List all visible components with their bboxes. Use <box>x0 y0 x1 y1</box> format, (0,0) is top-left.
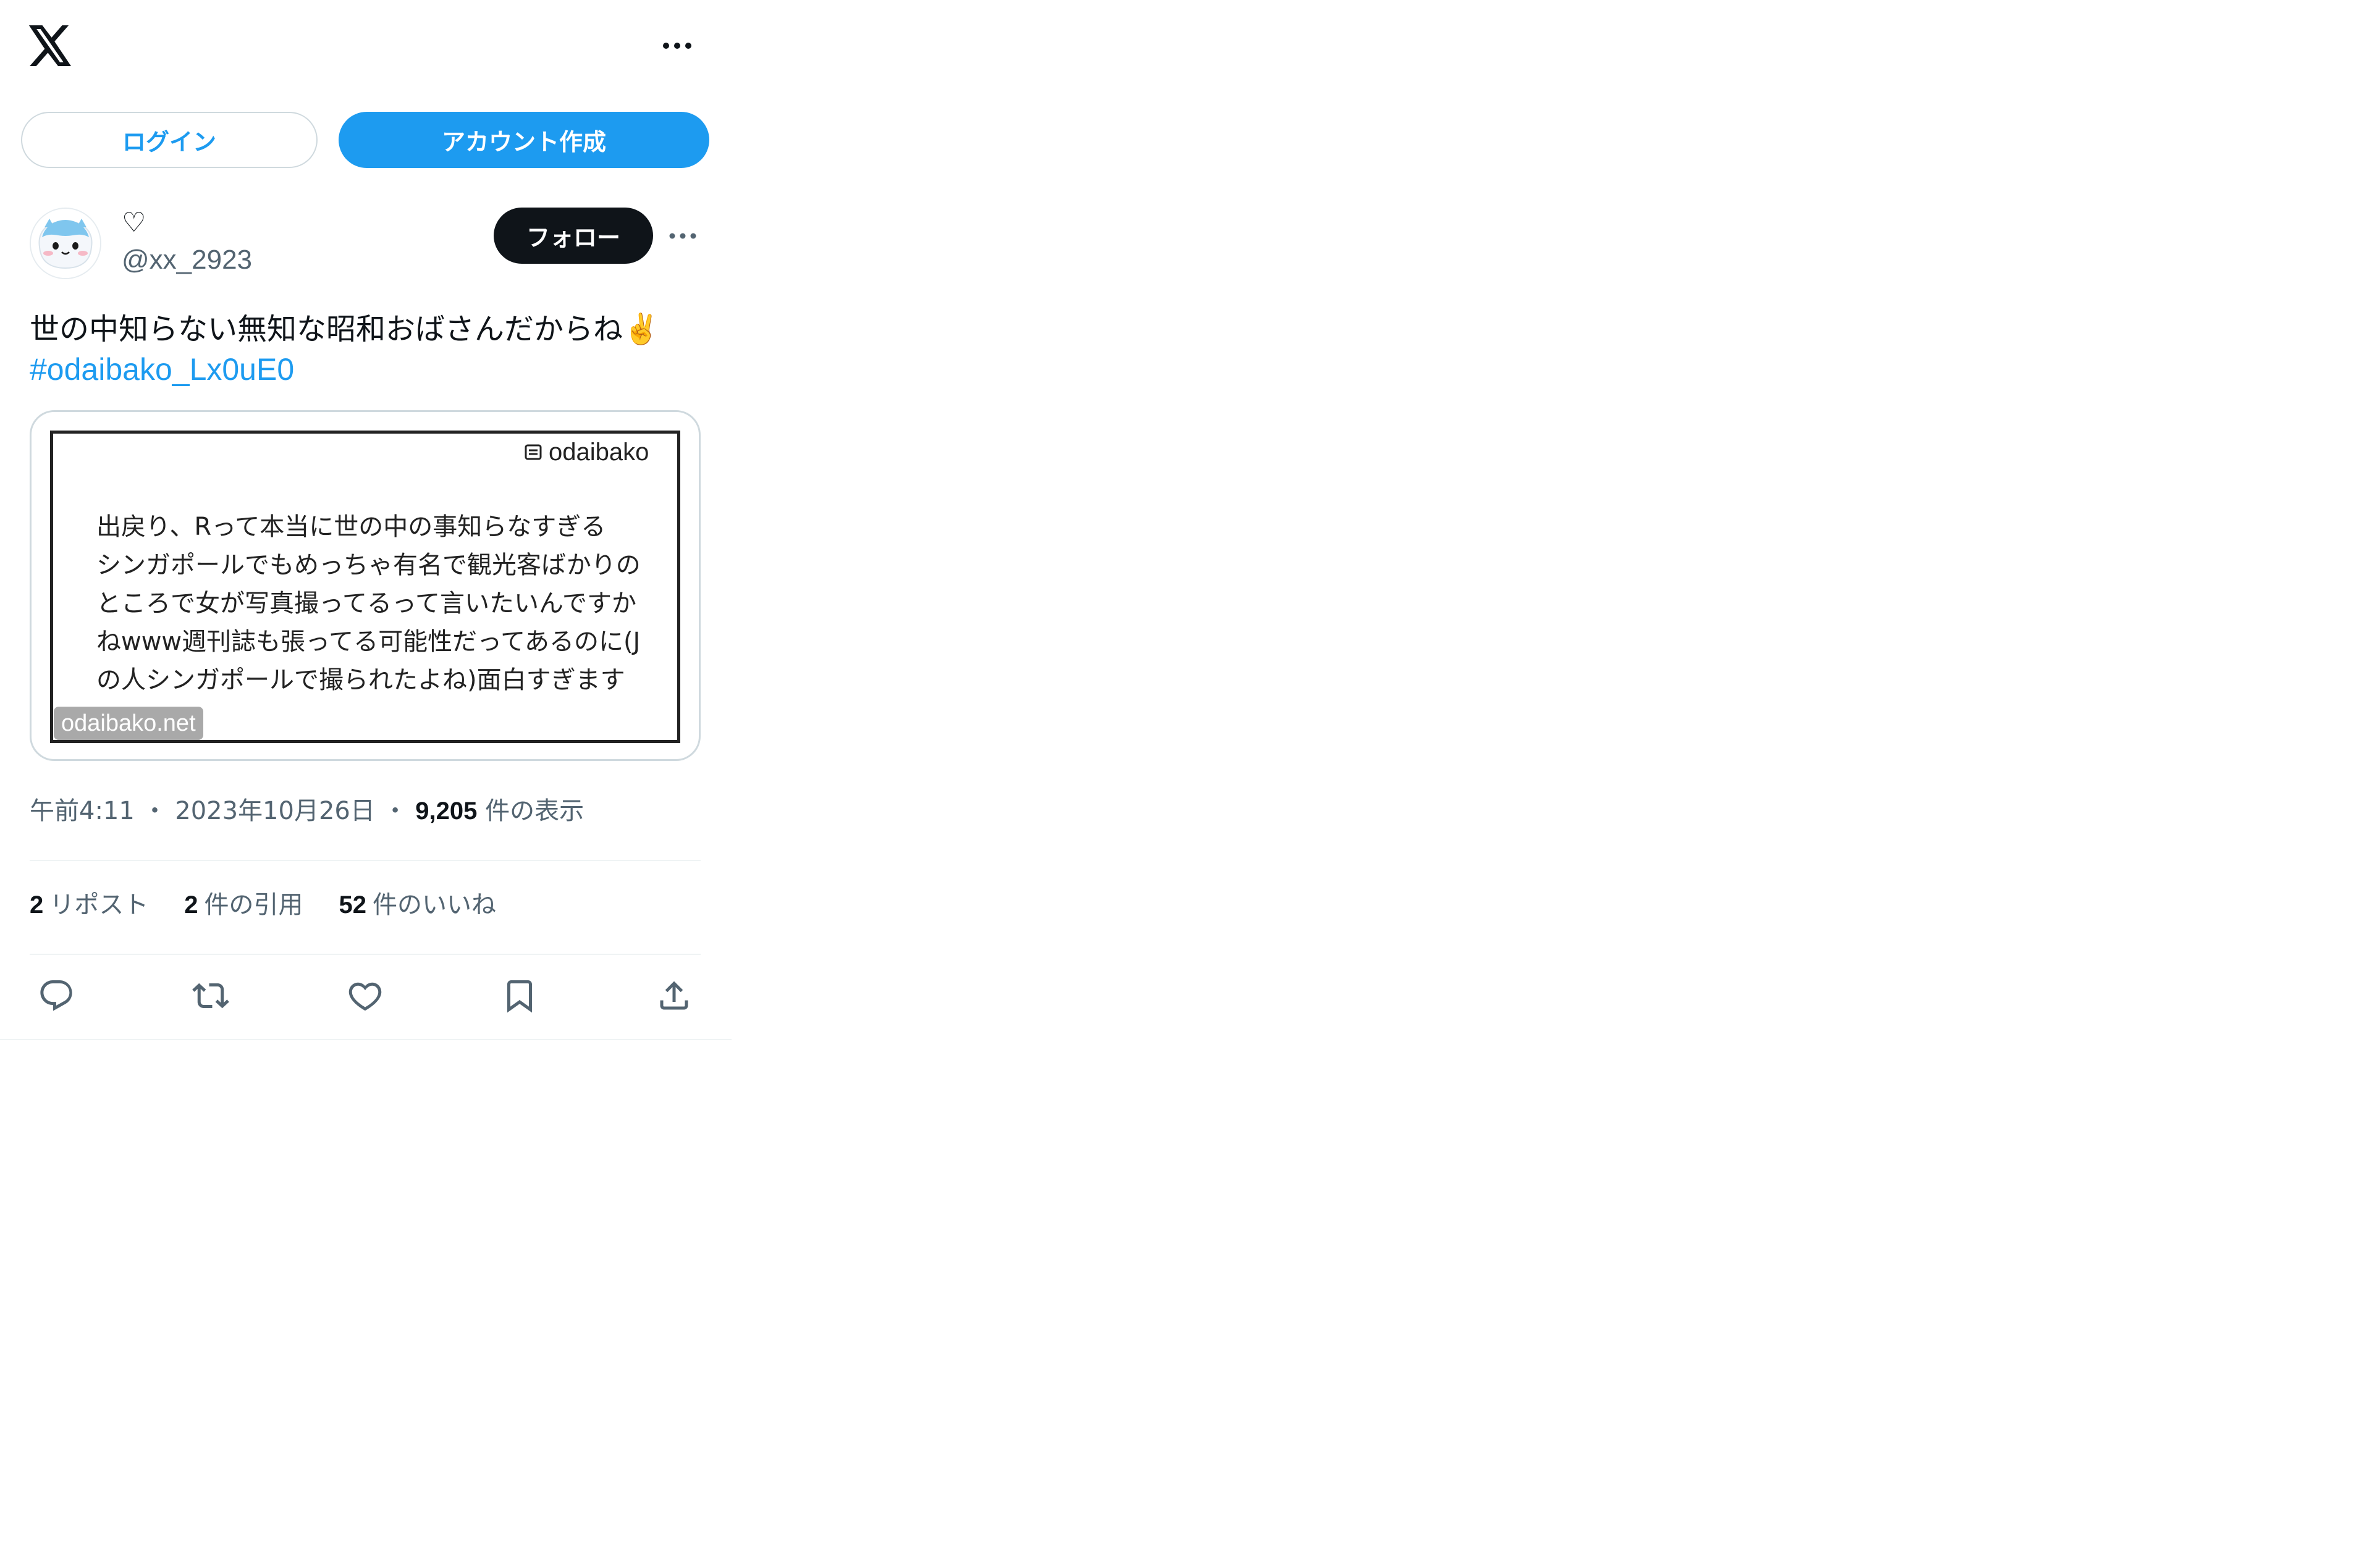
more-horizontal-icon[interactable] <box>659 33 696 58</box>
engagement-stats: 2 リポスト 2 件の引用 52 件のいいね <box>30 889 496 920</box>
x-logo-icon[interactable] <box>26 21 75 70</box>
reply-icon[interactable] <box>30 971 83 1020</box>
likes-stat[interactable]: 52 件のいいね <box>339 889 497 920</box>
create-account-button[interactable]: アカウント作成 <box>339 112 709 168</box>
avatar[interactable] <box>30 208 101 279</box>
tweet-meta: 午前4:11 ・ 2023年10月26日 ・ 9,205 件の表示 <box>30 796 584 826</box>
card-body-text: 出戻り、Rって本当に世の中の事知らなすぎる シンガポールでもめっちゃ有名で観光客… <box>96 513 641 694</box>
action-bar <box>30 971 701 1020</box>
user-handle[interactable]: @xx_2923 <box>122 245 252 275</box>
divider <box>30 954 701 955</box>
reposts-stat[interactable]: 2 リポスト <box>30 889 148 920</box>
card-brand-label: odaibako <box>549 438 649 466</box>
repost-icon[interactable] <box>184 971 237 1020</box>
card-brand: odaibako <box>517 437 657 468</box>
follow-button[interactable]: フォロー <box>494 208 653 264</box>
link-card[interactable]: odaibako 出戻り、Rって本当に世の中の事知らなすぎる シンガポールでもめ… <box>30 410 701 761</box>
hashtag-link[interactable]: #odaibako_Lx0uE0 <box>30 348 294 391</box>
more-horizontal-icon[interactable] <box>667 230 698 242</box>
inbox-icon <box>525 444 542 460</box>
login-button[interactable]: ログイン <box>21 112 318 168</box>
tweet-date[interactable]: 2023年10月26日 <box>175 797 375 825</box>
tweet-time[interactable]: 午前4:11 <box>30 797 135 825</box>
divider <box>0 1039 732 1040</box>
meta-separator: ・ <box>382 797 408 825</box>
divider <box>30 860 701 861</box>
bookmark-icon[interactable] <box>493 971 546 1020</box>
card-domain: odaibako.net <box>54 707 203 740</box>
card-frame: odaibako 出戻り、Rって本当に世の中の事知らなすぎる シンガポールでもめ… <box>50 431 680 743</box>
like-icon[interactable] <box>339 971 392 1020</box>
views-count: 9,205 <box>415 797 478 825</box>
views-label: 件の表示 <box>485 797 584 825</box>
display-name[interactable]: ♡ <box>122 208 146 238</box>
tweet-text: 世の中知らない無知な昭和おばさんだからね✌️ <box>30 312 660 347</box>
meta-separator: ・ <box>142 797 167 825</box>
quotes-stat[interactable]: 2 件の引用 <box>184 889 303 920</box>
share-icon[interactable] <box>648 971 701 1020</box>
cat-avatar-icon <box>31 209 100 278</box>
